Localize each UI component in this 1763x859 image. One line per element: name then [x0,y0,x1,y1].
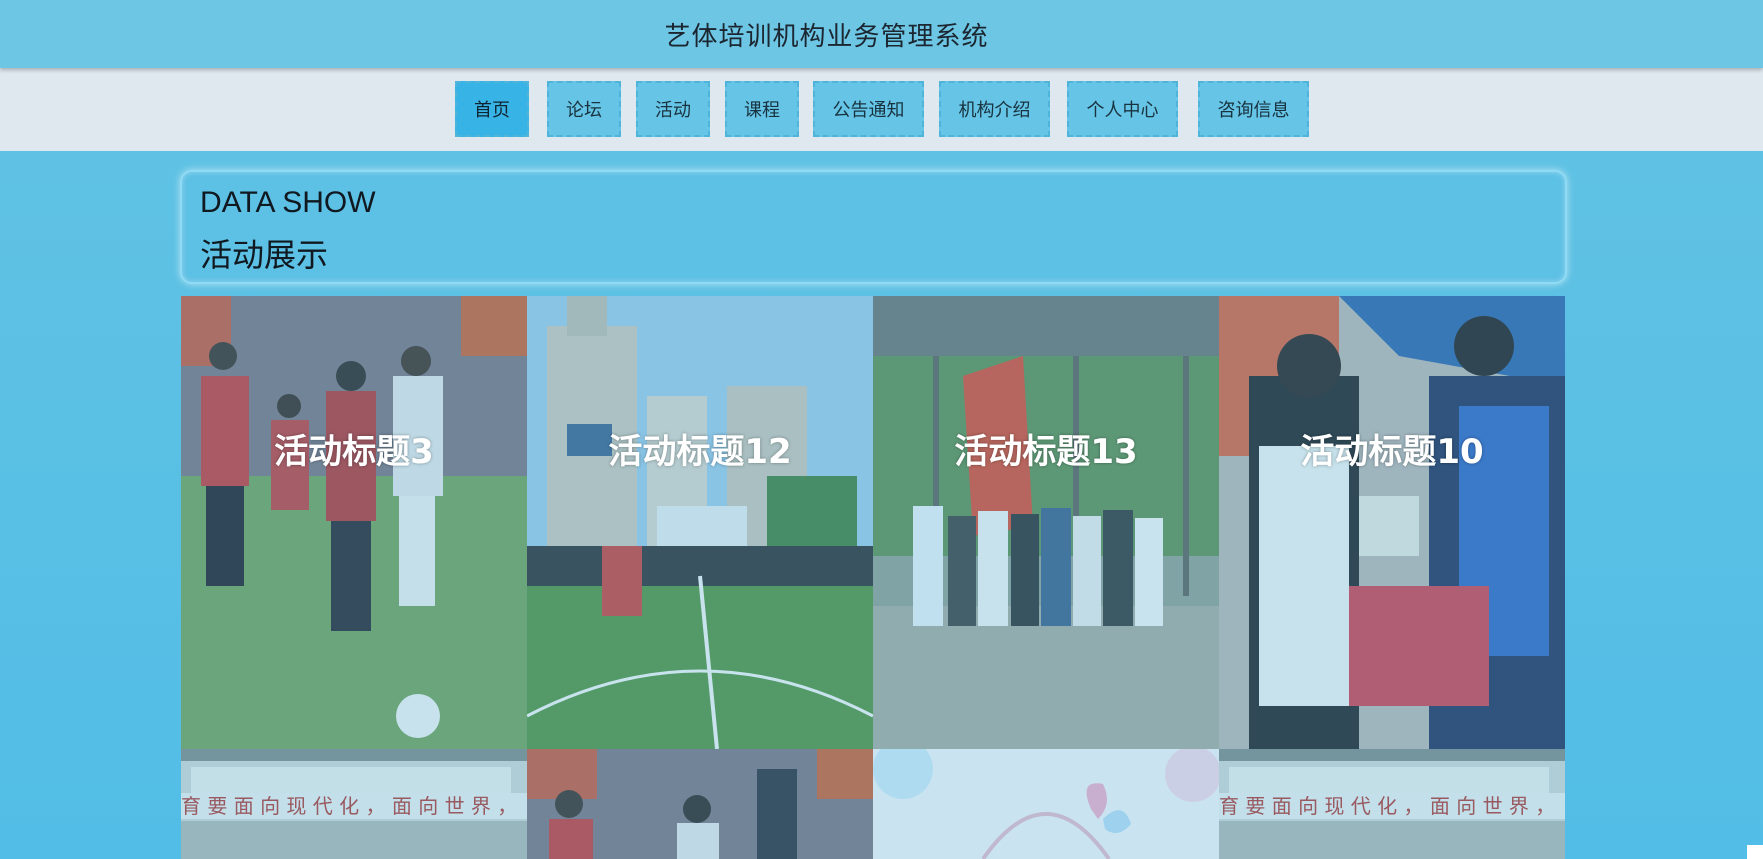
nav-item-home[interactable]: 首页 [455,81,529,137]
section-title-en: DATA SHOW [200,186,376,219]
activity-card-overlay [527,749,873,859]
nav-item-consult[interactable]: 咨询信息 [1198,81,1309,137]
nav-item-activity[interactable]: 活动 [636,81,710,137]
app-header: 艺体培训机构业务管理系统 [0,0,1763,68]
activity-card[interactable]: 育 要 面 向 现 代 化 ， 面 向 世 界 ， [1219,749,1565,859]
activity-card[interactable]: 育 要 面 向 现 代 化 ， 面 向 世 界 ， [181,749,527,859]
activity-card[interactable]: 活动标题3 [181,296,527,749]
activity-title: 活动标题3 [274,432,434,472]
activity-card-overlay [1219,749,1565,859]
activity-grid: 活动标题3 活动标题12 活动标题13 活动标题10 育 要 面 向 现 代 化… [181,296,1565,859]
activity-card[interactable]: 活动标题12 [527,296,873,749]
activity-card-overlay [181,749,527,859]
activity-card-overlay [1219,296,1565,749]
activity-card-overlay [527,296,873,749]
section-header-box: DATA SHOW 活动展示 [180,170,1567,284]
activity-card-overlay [873,749,1219,859]
page-corner [1747,845,1763,859]
activity-card[interactable] [527,749,873,859]
nav-item-notice[interactable]: 公告通知 [813,81,924,137]
section-title-cn: 活动展示 [200,236,329,274]
nav-item-forum[interactable]: 论坛 [547,81,621,137]
activity-card-overlay [873,296,1219,749]
nav-item-profile[interactable]: 个人中心 [1067,81,1178,137]
activity-title: 活动标题12 [608,432,792,472]
activity-card[interactable] [873,749,1219,859]
activity-card[interactable]: 活动标题10 [1219,296,1565,749]
activity-card-overlay [181,296,527,749]
nav-item-course[interactable]: 课程 [725,81,799,137]
activity-card[interactable]: 活动标题13 [873,296,1219,749]
app-title: 艺体培训机构业务管理系统 [664,21,989,52]
nav-item-about[interactable]: 机构介绍 [939,81,1050,137]
activity-title: 活动标题13 [954,432,1138,472]
main-nav: 首页 论坛 活动 课程 公告通知 机构介绍 个人中心 咨询信息 [0,68,1763,151]
activity-title: 活动标题10 [1300,432,1484,472]
